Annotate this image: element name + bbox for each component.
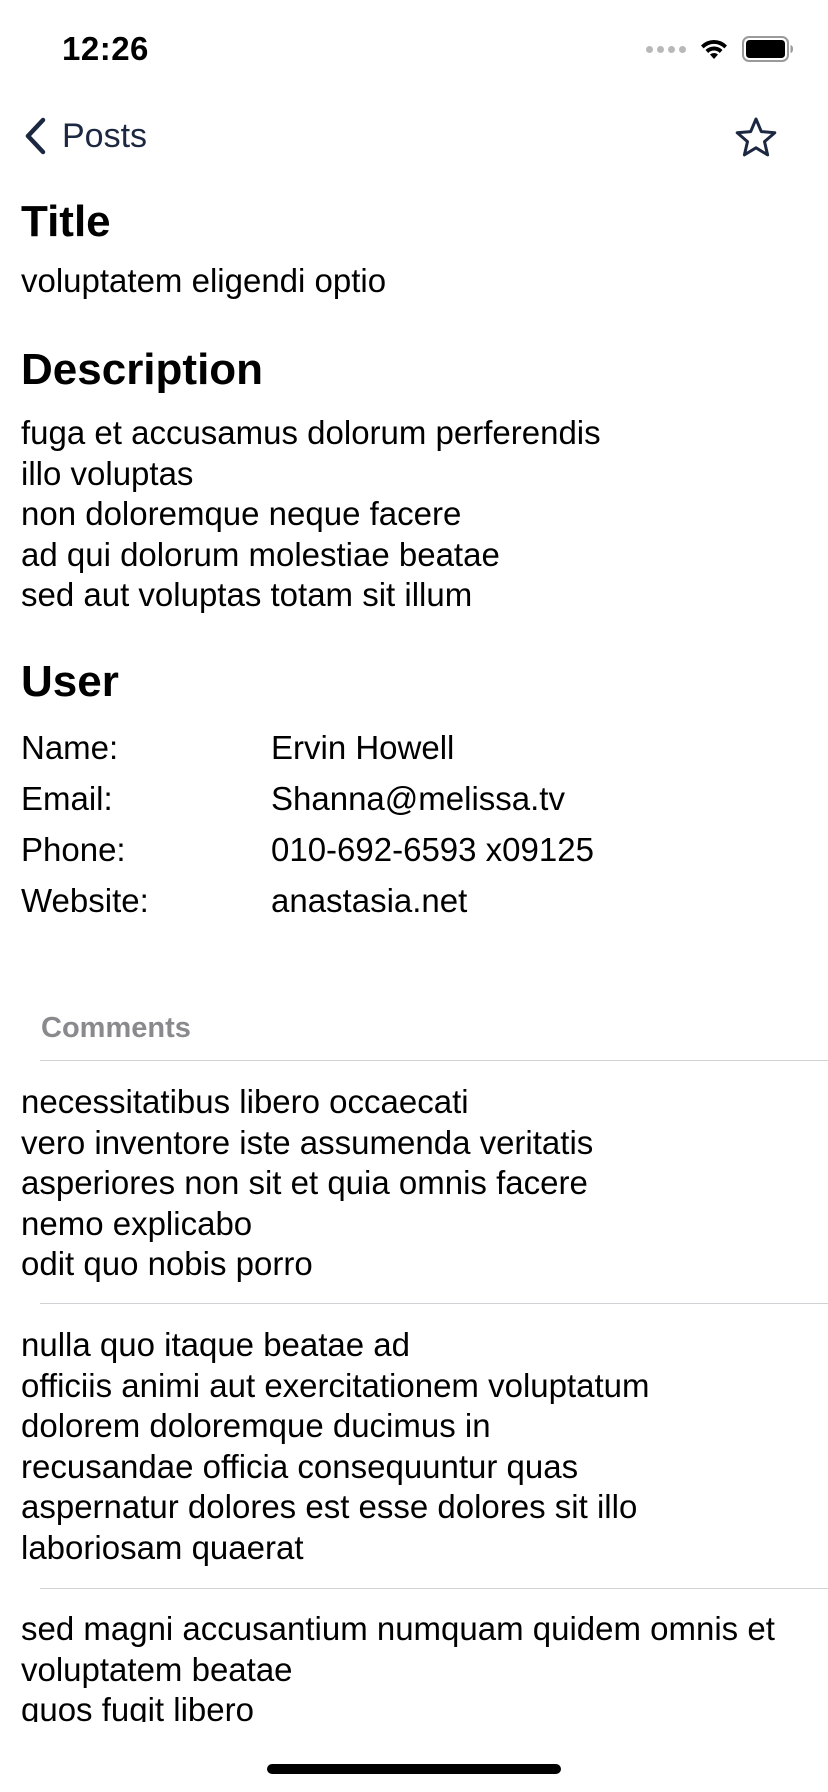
back-button-label: Posts: [62, 116, 148, 155]
user-website: anastasia.net: [271, 881, 468, 919]
status-time: 12:26: [62, 30, 149, 67]
comment-scroll-clip: sed magni accusantium numquam quidem omn…: [0, 1609, 828, 1722]
description-line: fuga et accusamus dolorum perferendis: [21, 414, 601, 452]
user-label: Website:: [21, 881, 149, 919]
user-row-website: Website: anastasia.net: [21, 875, 811, 926]
separator: [40, 1060, 828, 1061]
comment-line: nulla quo itaque beatae ad: [21, 1326, 411, 1363]
post-detail: Title voluptatem eligendi optio Descript…: [21, 196, 811, 926]
description-line: non doloremque neque facere: [21, 495, 462, 533]
star-outline-icon: [735, 117, 777, 157]
user-heading: User: [21, 656, 119, 706]
user-row-email: Email: Shanna@melissa.tv: [21, 773, 811, 824]
description-line: sed aut voluptas totam sit illum: [21, 576, 473, 614]
user-row-phone: Phone: 010-692-6593 x09125: [21, 824, 811, 875]
comment-line: recusandae officia consequuntur quas: [21, 1447, 579, 1485]
back-button[interactable]: Posts: [22, 116, 147, 156]
comment-line: quos fugit libero: [21, 1691, 254, 1722]
comment-line: asperiores non sit et quia omnis facere: [21, 1164, 588, 1201]
separator: [40, 1303, 828, 1304]
separator: [40, 1588, 828, 1589]
navigation-bar: Posts: [0, 96, 828, 184]
description-line: illo voluptas: [21, 454, 194, 492]
comment-line: sed magni accusantium numquam quidem omn…: [21, 1610, 775, 1647]
comment-line: laboriosam quaerat: [21, 1528, 304, 1566]
status-icons: [646, 36, 794, 62]
comment-line: aspernatur dolores est esse dolores sit …: [21, 1488, 638, 1525]
comment-item[interactable]: sed magni accusantium numquam quidem omn…: [21, 1609, 821, 1722]
user-label: Name:: [21, 728, 119, 766]
comment-line: voluptatem beatae: [21, 1650, 293, 1688]
user-info-table: Name: Ervin Howell Email: Shanna@melissa…: [21, 722, 811, 926]
wifi-icon: [701, 39, 727, 59]
user-label: Email:: [21, 779, 113, 817]
chevron-left-icon: [25, 117, 46, 155]
battery-icon: [742, 36, 793, 62]
user-row-name: Name: Ervin Howell: [21, 722, 811, 773]
favorite-button[interactable]: [734, 116, 778, 160]
comment-line: necessitatibus libero occaecati: [21, 1083, 469, 1120]
title-heading: Title: [21, 197, 111, 246]
comment-item[interactable]: nulla quo itaque beatae ad officiis anim…: [21, 1325, 821, 1568]
description-heading: Description: [21, 345, 264, 395]
comments-section-header: Comments: [41, 1012, 191, 1044]
comment-line: nemo explicabo: [21, 1204, 253, 1242]
comment-line: officiis animi aut exercitationem volupt…: [21, 1366, 650, 1404]
user-label: Phone:: [21, 830, 126, 868]
comment-line: dolorem doloremque ducimus in: [21, 1407, 491, 1444]
user-phone: 010-692-6593 x09125: [271, 830, 594, 868]
post-title: voluptatem eligendi optio: [21, 261, 387, 299]
post-description: fuga et accusamus dolorum perferendis il…: [21, 413, 811, 616]
cellular-signal-icon: [646, 45, 686, 53]
comment-item[interactable]: necessitatibus libero occaecati vero inv…: [21, 1082, 821, 1285]
description-line: ad qui dolorum molestiae beatae: [21, 535, 500, 573]
home-indicator[interactable]: [267, 1764, 561, 1774]
comment-line: vero inventore iste assumenda veritatis: [21, 1123, 594, 1161]
user-name: Ervin Howell: [271, 728, 455, 766]
status-bar: 12:26: [0, 0, 828, 96]
comment-line: odit quo nobis porro: [21, 1245, 313, 1282]
user-email: Shanna@melissa.tv: [271, 779, 565, 817]
